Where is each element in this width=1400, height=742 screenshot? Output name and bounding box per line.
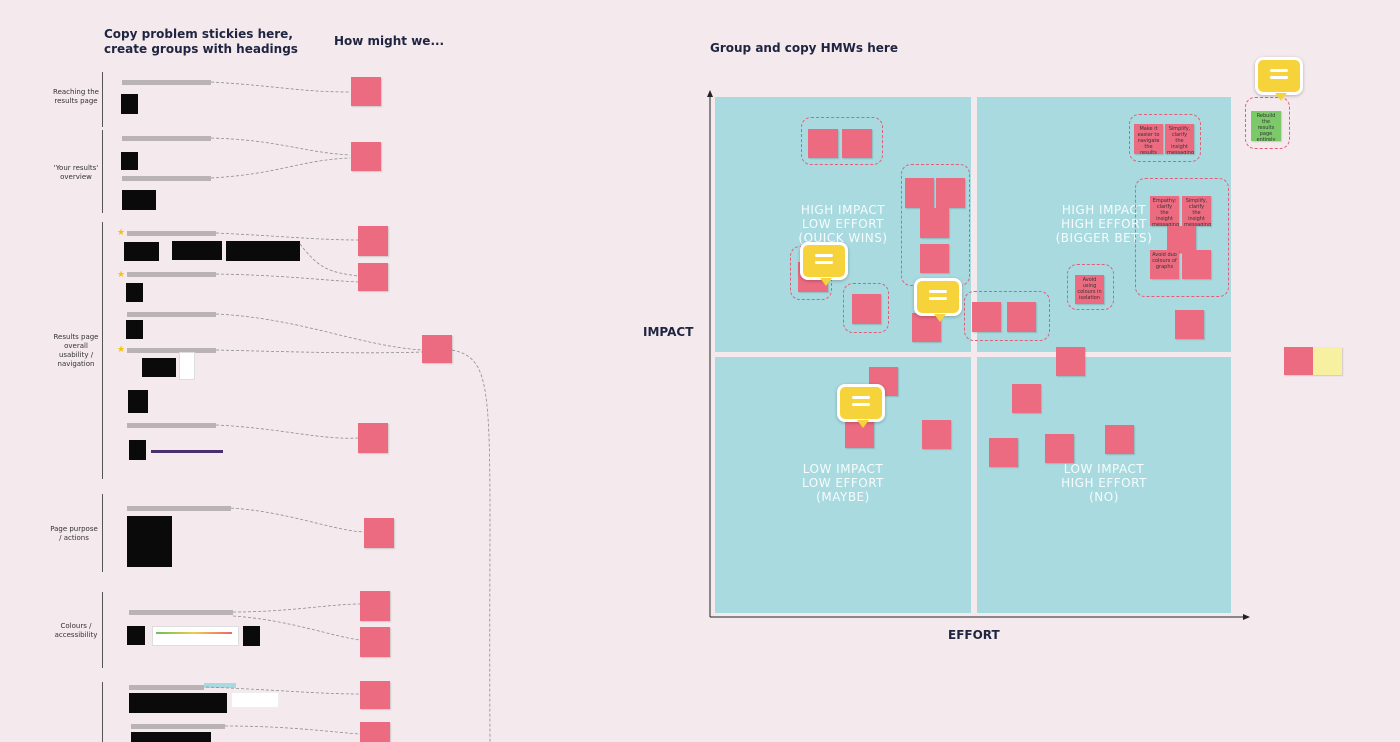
hmw-sticky[interactable] [360, 722, 390, 742]
matrix-sticky[interactable] [1182, 250, 1211, 279]
matrix-sticky[interactable] [920, 208, 949, 238]
comment-icon[interactable] [800, 242, 848, 286]
quadrant-label-line: LOW EFFORT [801, 476, 884, 490]
green-sticky[interactable]: Rebuild the results page entirely [1251, 111, 1281, 141]
quadrant-label-line: LOW EFFORT [801, 217, 884, 231]
quadrant-label-line: HIGH EFFORT [1061, 476, 1147, 490]
comment-icon[interactable] [914, 278, 962, 322]
yellow-sticky[interactable] [1313, 347, 1342, 375]
quadrant-label-line: HIGH IMPACT [800, 203, 886, 217]
quadrant-label-line: LOW IMPACT [802, 462, 884, 476]
comment-icon[interactable] [837, 384, 885, 428]
hmw-sticky[interactable] [351, 77, 381, 106]
hmw-sticky[interactable] [358, 263, 388, 291]
matrix-sticky[interactable]: Simplify, clarify the insight messaging [1165, 124, 1194, 154]
matrix-sticky[interactable] [852, 294, 881, 324]
matrix-sticky[interactable] [808, 129, 838, 158]
matrix-sticky[interactable] [1175, 310, 1204, 339]
matrix-sticky[interactable]: Avoid using colours in isolation [1075, 275, 1104, 304]
matrix-sticky[interactable]: Make it easier to navigate the results p… [1134, 124, 1163, 154]
hmw-sticky[interactable] [422, 335, 452, 363]
matrix-sticky[interactable] [1284, 347, 1313, 375]
comment-icon[interactable] [1255, 57, 1303, 101]
matrix-sticky[interactable] [842, 129, 872, 158]
matrix-sticky[interactable] [1105, 425, 1134, 454]
matrix-sticky[interactable] [1045, 434, 1074, 463]
matrix-sticky[interactable] [1167, 226, 1196, 253]
matrix-sticky[interactable] [1007, 302, 1036, 332]
hmw-sticky[interactable] [360, 627, 390, 657]
matrix-sticky[interactable]: Empathy: clarify the insight messaging [1150, 196, 1179, 226]
hmw-sticky[interactable] [364, 518, 394, 548]
matrix-sticky[interactable]: Simplify, clarify the insight messaging [1182, 196, 1211, 226]
hmw-sticky[interactable] [360, 591, 390, 621]
hmw-sticky[interactable] [358, 226, 388, 256]
matrix-sticky[interactable] [1012, 384, 1041, 413]
quadrant-label-quick-wins: HIGH IMPACT LOW EFFORT (QUICK WINS) [788, 203, 898, 245]
matrix-sticky[interactable] [936, 178, 965, 208]
hmw-sticky[interactable] [351, 142, 381, 171]
quadrant-label-maybe: LOW IMPACT LOW EFFORT (MAYBE) [788, 462, 898, 504]
quadrant-label-line: (MAYBE) [816, 490, 870, 504]
hmw-sticky[interactable] [360, 681, 390, 709]
hmw-sticky[interactable] [358, 423, 388, 453]
matrix-sticky[interactable] [972, 302, 1001, 332]
quadrant-label-no: LOW IMPACT HIGH EFFORT (NO) [1048, 462, 1160, 504]
matrix-sticky[interactable] [922, 420, 951, 449]
quadrant-label-line: (NO) [1089, 490, 1119, 504]
matrix-sticky[interactable] [920, 244, 949, 273]
y-axis-label: IMPACT [643, 325, 694, 339]
matrix-sticky[interactable]: Avoid duo colours of graphs [1150, 250, 1179, 279]
matrix-sticky[interactable] [905, 178, 934, 208]
matrix-sticky[interactable] [1056, 347, 1085, 376]
matrix-sticky[interactable] [989, 438, 1018, 467]
x-axis-label: EFFORT [948, 628, 1000, 642]
quadrant-label-line: LOW IMPACT [1063, 462, 1145, 476]
